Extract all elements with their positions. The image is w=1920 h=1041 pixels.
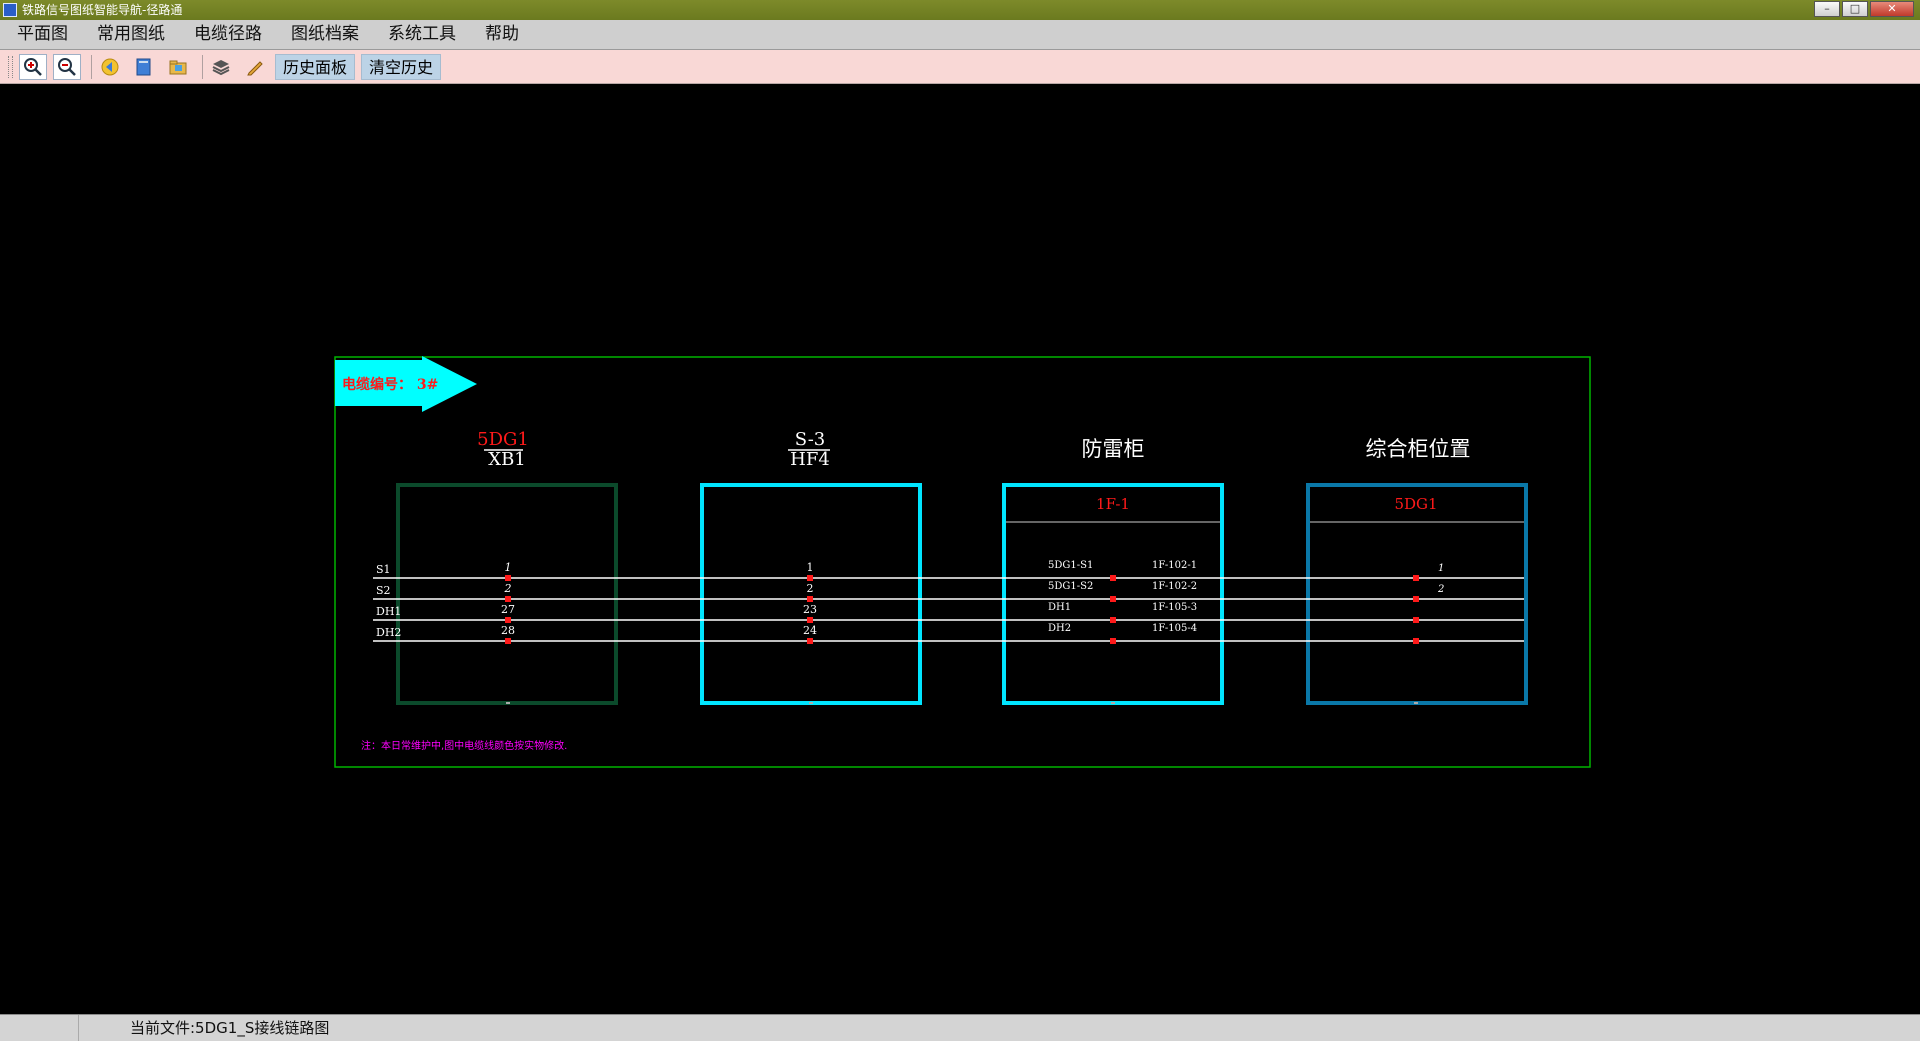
connection-dot [807, 638, 813, 644]
clear-history-button[interactable]: 清空历史 [361, 53, 442, 80]
connection-dot [1110, 596, 1116, 602]
wiring-diagram: 电缆编号： 3# 5DG1 XB1 S-3 HF4 防雷柜 综合柜位置 1F-1… [334, 356, 1591, 768]
status-panel [0, 1015, 79, 1041]
cable-number-label: 电缆编号： 3# [342, 376, 438, 393]
wire-name: S2 [376, 584, 391, 597]
connection-dot [505, 638, 511, 644]
drawing-canvas[interactable]: 电缆编号： 3# 5DG1 XB1 S-3 HF4 防雷柜 综合柜位置 1F-1… [0, 84, 1920, 1014]
close-button[interactable]: ✕ [1870, 1, 1914, 17]
box4-terminal: 2 [1437, 584, 1444, 595]
wire-name: DH2 [376, 626, 401, 639]
window-title: 铁路信号图纸智能导航-径路通 [22, 3, 183, 17]
box3-left-label: 5DG1-S1 [1048, 560, 1093, 571]
box2-terminal: 2 [807, 582, 814, 595]
connection-dot [807, 617, 813, 623]
zoom-in-icon[interactable] [19, 53, 47, 80]
box3-right-label: 1F-105-3 [1152, 602, 1197, 613]
box3-right-label: 1F-102-2 [1152, 581, 1197, 592]
layers-icon[interactable] [207, 54, 235, 80]
connection-dot [1413, 596, 1419, 602]
connection-dot [1110, 638, 1116, 644]
toolbar-separator [202, 54, 203, 79]
connection-dot [505, 575, 511, 581]
menu-system-tools[interactable]: 系统工具 [376, 20, 468, 49]
box1-header-top: 5DG1 [477, 429, 529, 450]
box3-right-label: 1F-105-4 [1152, 623, 1197, 634]
minimize-button[interactable]: – [1814, 1, 1840, 17]
box3-right-label: 1F-102-1 [1152, 560, 1197, 571]
drawing-frame [334, 356, 1591, 768]
toolbar: 历史面板 清空历史 [0, 50, 1920, 84]
toolbar-separator [91, 54, 92, 79]
wire-name: DH1 [376, 605, 401, 618]
box1-terminal: 28 [501, 624, 515, 637]
folder-icon[interactable] [164, 54, 192, 80]
box3 [1002, 483, 1224, 705]
box3-inner-title: 1F-1 [1096, 495, 1130, 513]
connection-dot [807, 575, 813, 581]
document-icon[interactable] [130, 54, 158, 80]
connection-dot [1413, 617, 1419, 623]
menu-bar: 平面图 常用图纸 电缆径路 图纸档案 系统工具 帮助 [0, 20, 1920, 50]
box3-header: 防雷柜 [1082, 437, 1145, 461]
box1-terminal: 2 [504, 582, 512, 595]
wire-row-dh2: DH2 28 24 DH2 1F-105-4 [373, 623, 1524, 644]
box3-left-label: DH2 [1048, 623, 1071, 634]
history-panel-button[interactable]: 历史面板 [275, 53, 356, 80]
zoom-out-icon[interactable] [53, 53, 81, 80]
menu-common-drawings[interactable]: 常用图纸 [85, 20, 177, 49]
box1-header-bottom: XB1 [488, 449, 526, 470]
current-file-status: 当前文件:5DG1_S接线链路图 [130, 1019, 330, 1037]
box3-left-label: 5DG1-S2 [1048, 581, 1093, 592]
menu-drawing-archive[interactable]: 图纸档案 [279, 20, 371, 49]
box2-terminal: 24 [803, 624, 817, 637]
menu-plan[interactable]: 平面图 [5, 20, 80, 49]
toolbar-grip[interactable] [8, 55, 13, 78]
connection-dot [505, 617, 511, 623]
menu-help[interactable]: 帮助 [473, 20, 531, 49]
maximize-button[interactable]: □ [1842, 1, 1868, 17]
wire-row-s1: S1 1 1 5DG1-S1 1F-102-1 1 [373, 560, 1524, 581]
box1-terminal: 1 [505, 561, 512, 574]
window-controls: – □ ✕ [1814, 1, 1914, 17]
connection-dot [1110, 575, 1116, 581]
box4-inner-title: 5DG1 [1394, 495, 1437, 513]
title-bar: 铁路信号图纸智能导航-径路通 – □ ✕ [0, 0, 1920, 20]
box4-header: 综合柜位置 [1366, 437, 1471, 461]
app-icon [3, 3, 17, 17]
connection-dot [1110, 617, 1116, 623]
box4 [1306, 483, 1528, 705]
box2-header-top: S-3 [795, 429, 826, 450]
connection-dot [1413, 575, 1419, 581]
box2-terminal: 23 [803, 603, 817, 616]
box4-terminal: 1 [1438, 563, 1444, 574]
wire-row-s2: S2 2 2 5DG1-S2 1F-102-2 2 [373, 581, 1524, 602]
edit-icon[interactable] [241, 54, 269, 80]
drawing-note: 注：本日常维护中,图中电缆线颜色按实物修改. [361, 739, 567, 752]
wire-row-dh1: DH1 27 23 DH1 1F-105-3 [373, 602, 1524, 623]
connection-dot [807, 596, 813, 602]
box1-terminal: 27 [501, 603, 515, 616]
connection-dot [505, 596, 511, 602]
menu-cable-route[interactable]: 电缆径路 [182, 20, 274, 49]
back-icon[interactable] [96, 54, 124, 80]
box2-header-bottom: HF4 [790, 449, 830, 470]
box2-terminal: 1 [807, 561, 814, 574]
box3-left-label: DH1 [1048, 602, 1071, 613]
status-bar: 当前文件:5DG1_S接线链路图 [0, 1014, 1920, 1041]
wire-name: S1 [376, 563, 391, 576]
connection-dot [1413, 638, 1419, 644]
